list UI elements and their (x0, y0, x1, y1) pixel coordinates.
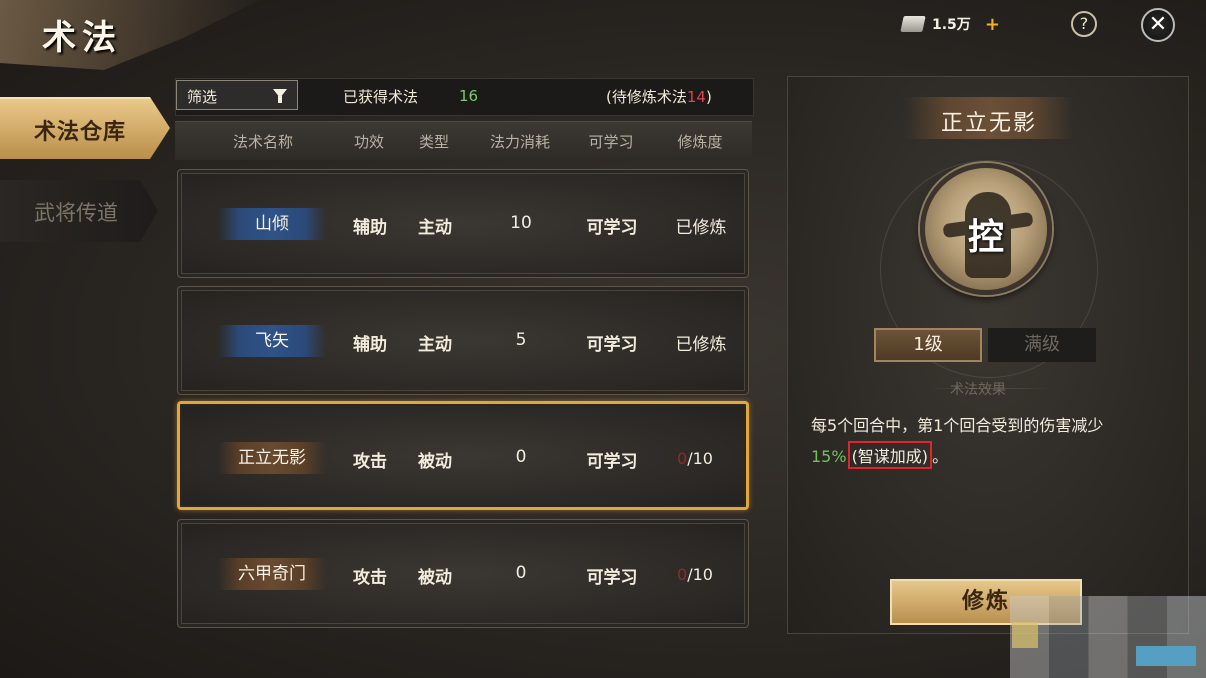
book-icon (900, 16, 926, 32)
effect-bonus-highlight: (智谋加成) (847, 441, 933, 469)
spell-type: 主动 (418, 218, 452, 238)
filter-dropdown[interactable]: 筛选 (176, 80, 298, 110)
funnel-icon (273, 89, 287, 103)
spell-name-badge: 山倾 (218, 208, 326, 240)
column-header-effect: 功效 (353, 133, 384, 151)
mosaic-tile (1136, 646, 1196, 666)
column-header-name: 法术名称 (232, 133, 293, 151)
spell-name-badge: 六甲奇门 (218, 558, 326, 590)
spell-cost: 10 (510, 213, 532, 233)
spell-progress: 0/10 (677, 449, 713, 468)
help-button[interactable]: ? (1071, 11, 1097, 37)
pending-spells-text: (待修炼术法14) (606, 86, 712, 107)
progress-current: 0 (677, 449, 688, 468)
blurred-watermark (1010, 596, 1206, 678)
pending-count: 14 (686, 88, 706, 106)
level-tab-max[interactable]: 满级 (988, 328, 1096, 362)
spell-effect: 辅助 (353, 335, 387, 355)
progress-current: 0 (677, 565, 688, 584)
table-row[interactable]: 六甲奇门 攻击 被动 0 可学习 0/10 (177, 519, 749, 628)
spell-type: 被动 (418, 452, 452, 472)
spell-learnable: 可学习 (586, 452, 638, 472)
mosaic-tile (1012, 622, 1038, 648)
column-header-learnable: 可学习 (588, 133, 634, 151)
spell-name-badge: 飞矢 (218, 325, 326, 357)
add-currency-button[interactable]: + (985, 14, 1000, 35)
spell-cost: 5 (515, 330, 527, 350)
spell-name-badge: 正立无影 (218, 442, 326, 474)
spell-effect: 攻击 (353, 452, 387, 472)
close-button[interactable]: ✕ (1141, 8, 1175, 42)
spell-effect: 攻击 (353, 568, 387, 588)
effect-description-end: 。 (932, 447, 949, 466)
title-brush-decoration (0, 0, 260, 70)
spell-progress: 已修炼 (675, 335, 727, 355)
effect-description-line1: 每5个回合中，第1个回合受到的伤害减少 (811, 416, 1104, 435)
column-header-type: 类型 (418, 133, 449, 151)
effect-percent: 15% (811, 447, 847, 466)
emblem-glyph: 控 (967, 216, 1004, 258)
currency-display: 1.5万 + (900, 11, 1000, 37)
spell-learnable: 可学习 (586, 335, 638, 355)
table-row-selected[interactable]: 正立无影 攻击 被动 0 可学习 0/10 (177, 401, 749, 510)
effect-description-line2: 15% (智谋加成)。 (811, 441, 948, 469)
spell-cost: 0 (515, 563, 527, 583)
pending-prefix: (待修炼术法 (606, 88, 687, 106)
sidebar-item-label: 术法仓库 (34, 120, 127, 145)
spell-effect: 辅助 (353, 218, 387, 238)
table-row[interactable]: 飞矢 辅助 主动 5 可学习 已修炼 (177, 286, 749, 395)
spell-progress: 已修炼 (675, 218, 727, 238)
progress-total: /10 (687, 449, 713, 468)
filter-label: 筛选 (187, 88, 218, 106)
spell-learnable: 可学习 (586, 218, 638, 238)
effect-label: 术法效果 (950, 382, 1006, 398)
level-tab-current[interactable]: 1级 (874, 328, 982, 362)
owned-spells-count: 16 (459, 87, 479, 105)
detail-title: 正立无影 (940, 111, 1037, 136)
spell-cost: 0 (515, 447, 527, 467)
spell-progress: 0/10 (677, 565, 713, 584)
progress-total: /10 (687, 565, 713, 584)
spell-type: 被动 (418, 568, 452, 588)
table-row[interactable]: 山倾 辅助 主动 10 可学习 已修炼 (177, 169, 749, 278)
currency-amount: 1.5万 (932, 17, 971, 33)
page-title: 术法 (42, 18, 122, 58)
sidebar-item-label: 武将传道 (34, 201, 118, 225)
owned-spells-label: 已获得术法 (343, 88, 419, 106)
sidebar-item-general-teaching[interactable]: 武将传道 (0, 180, 158, 242)
spell-emblem-icon: 控 (920, 163, 1052, 295)
sidebar-item-spell-warehouse[interactable]: 术法仓库 (0, 97, 170, 159)
spell-learnable: 可学习 (586, 568, 638, 588)
column-header-progress: 修炼度 (677, 133, 723, 151)
column-header-cost: 法力消耗 (489, 133, 550, 151)
pending-suffix: ) (705, 88, 712, 106)
spell-type: 主动 (418, 335, 452, 355)
